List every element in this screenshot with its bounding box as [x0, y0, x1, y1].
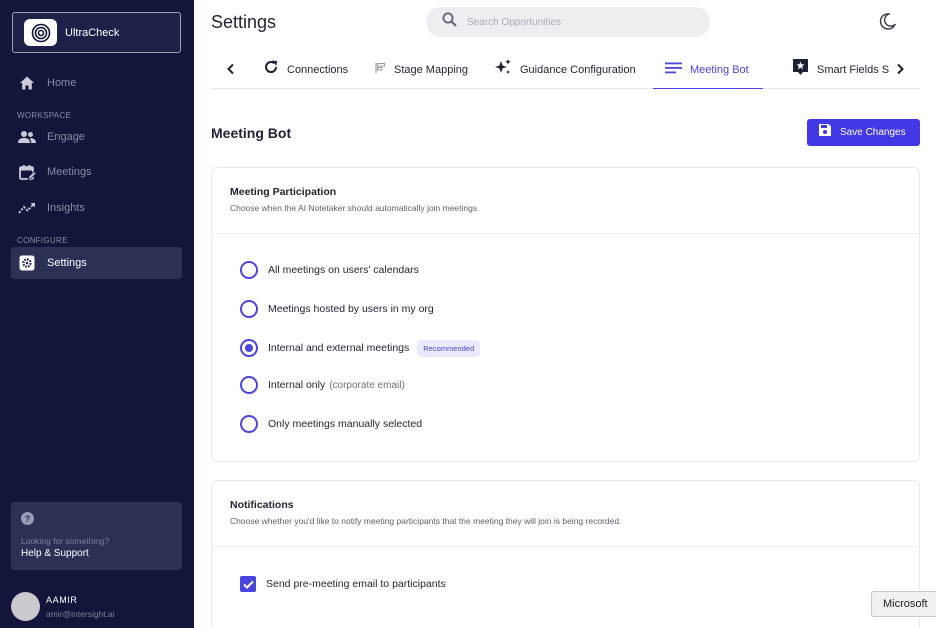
- notifications-card: Notifications Choose whether you'd like …: [211, 480, 920, 628]
- radio-note: (corporate email): [329, 379, 405, 391]
- people-icon: [18, 128, 36, 146]
- pre-meeting-email-option[interactable]: Send pre-meeting email to participants: [240, 576, 446, 592]
- avatar: [11, 592, 40, 621]
- tab-label: Stage Mapping: [394, 63, 468, 76]
- sidebar-item-label: Home: [47, 77, 77, 89]
- refresh-icon: [263, 59, 279, 80]
- tab-label: Meeting Bot: [690, 63, 749, 76]
- radio-button[interactable]: [240, 300, 258, 318]
- main-content: Settings Connections Stage Mapping: [194, 0, 936, 628]
- search-icon: [442, 12, 457, 32]
- org-name: UltraCheck: [65, 26, 120, 39]
- configure-section-label: CONFIGURE: [17, 236, 68, 245]
- workspace-section-label: WORKSPACE: [17, 111, 72, 120]
- radio-label: Meetings hosted by users in my org: [268, 303, 434, 315]
- radio-option-hosted-by-org[interactable]: Meetings hosted by users in my org: [240, 300, 434, 318]
- moon-icon[interactable]: [878, 12, 898, 32]
- page-title: Settings: [211, 12, 277, 32]
- radio-option-all-meetings[interactable]: All meetings on users' calendars: [240, 261, 419, 279]
- save-button-label: Save Changes: [840, 127, 906, 138]
- gear-icon: [18, 254, 36, 272]
- star-box-icon: [792, 58, 809, 81]
- save-changes-button[interactable]: Save Changes: [807, 119, 920, 146]
- user-name: AAMIR: [46, 594, 78, 605]
- save-icon: [818, 123, 832, 142]
- help-icon: ?: [21, 512, 34, 525]
- help-support-card[interactable]: ? Looking for something? Help & Support: [11, 502, 182, 570]
- radio-label: All meetings on users' calendars: [268, 264, 419, 276]
- search-bar[interactable]: [426, 7, 710, 37]
- tabs-scroll-left-button[interactable]: [221, 59, 241, 79]
- chevron-right-icon: [897, 63, 904, 75]
- section-title: Meeting Bot: [211, 125, 292, 141]
- card-title: Notifications: [230, 499, 294, 511]
- user-email: amir@intersight.ai: [46, 608, 115, 619]
- tooltip: Microsoft: [871, 591, 936, 617]
- radio-label: Internal and external meetings: [268, 342, 410, 354]
- card-title: Meeting Participation: [230, 186, 337, 198]
- checkbox-checked[interactable]: [240, 576, 256, 592]
- calendar-edit-icon: [18, 163, 36, 181]
- tab-label: Connections: [287, 63, 349, 76]
- card-description: Choose whether you'd like to notify meet…: [230, 516, 622, 526]
- radio-button-selected[interactable]: [240, 339, 258, 357]
- card-description: Choose when the AI Notetaker should auto…: [230, 203, 478, 213]
- sidebar-item-meetings[interactable]: Meetings: [11, 156, 182, 188]
- sidebar-item-label: Settings: [47, 257, 87, 269]
- user-profile[interactable]: AAMIR amir@intersight.ai: [11, 592, 115, 621]
- tabs-scroll-right-button[interactable]: [890, 59, 910, 79]
- sidebar-item-label: Meetings: [47, 166, 92, 178]
- chevron-left-icon: [227, 63, 234, 75]
- radio-button[interactable]: [240, 376, 258, 394]
- help-title: Help & Support: [21, 548, 89, 559]
- sidebar-item-settings[interactable]: Settings: [11, 247, 182, 279]
- help-subtitle: Looking for something?: [21, 536, 110, 546]
- tab-label: Smart Fields Su: [817, 63, 889, 76]
- lines-icon: [665, 61, 682, 79]
- home-icon: [18, 74, 36, 92]
- check-icon: [242, 580, 254, 589]
- recommended-badge: Recommended: [417, 339, 481, 357]
- trending-icon: [18, 199, 36, 217]
- tab-label: Guidance Configuration: [520, 63, 636, 76]
- sidebar-item-engage[interactable]: Engage: [11, 121, 182, 153]
- checkbox-label: Send pre-meeting email to participants: [266, 578, 446, 590]
- settings-tabs: Connections Stage Mapping Guidance Confi…: [211, 50, 920, 89]
- sparkle-icon: [493, 58, 512, 81]
- meeting-participation-card: Meeting Participation Choose when the AI…: [211, 167, 920, 462]
- tab-connections[interactable]: Connections: [263, 50, 348, 89]
- radio-option-manually-selected[interactable]: Only meetings manually selected: [240, 415, 422, 433]
- radio-option-internal-external[interactable]: Internal and external meetings Recommend…: [240, 339, 481, 357]
- sidebar-item-home[interactable]: Home: [11, 67, 182, 99]
- sidebar-item-label: Insights: [47, 202, 85, 214]
- radio-label: Only meetings manually selected: [268, 418, 423, 430]
- org-switcher-button[interactable]: UltraCheck: [12, 12, 181, 53]
- tab-smart-fields[interactable]: Smart Fields Su: [792, 50, 889, 89]
- tab-meeting-bot[interactable]: Meeting Bot: [653, 50, 763, 89]
- stage-mapping-icon: [375, 61, 386, 79]
- radio-label: Internal only: [268, 379, 326, 391]
- tab-stage-mapping[interactable]: Stage Mapping: [375, 50, 468, 89]
- sidebar-item-insights[interactable]: Insights: [11, 192, 182, 224]
- org-logo: [24, 19, 57, 46]
- tab-guidance-configuration[interactable]: Guidance Configuration: [493, 50, 636, 89]
- radio-button[interactable]: [240, 415, 258, 433]
- sidebar: UltraCheck Home WORKSPACE Engage Meeting…: [0, 0, 194, 628]
- search-input[interactable]: [467, 16, 687, 28]
- radio-option-internal-only[interactable]: Internal only (corporate email): [240, 376, 405, 394]
- sidebar-item-label: Engage: [47, 131, 85, 143]
- radio-button[interactable]: [240, 261, 258, 279]
